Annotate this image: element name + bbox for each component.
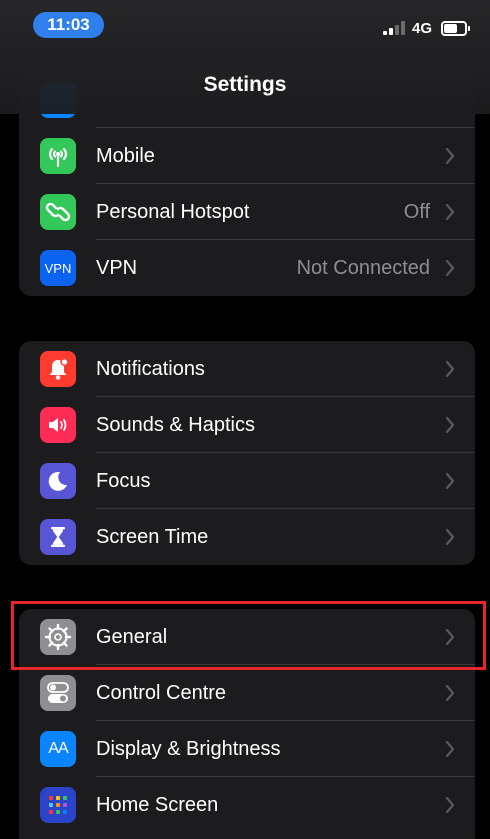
hourglass-icon xyxy=(40,519,76,555)
app-grid-icon xyxy=(40,787,76,823)
settings-row-label: Screen Time xyxy=(96,525,209,548)
chevron-right-icon xyxy=(445,741,455,757)
settings-row-label: Personal Hotspot xyxy=(96,200,250,223)
settings-row-vpn[interactable]: VPN VPN Not Connected xyxy=(19,240,475,296)
bell-icon xyxy=(40,351,76,387)
moon-icon xyxy=(40,463,76,499)
antenna-icon xyxy=(40,138,76,174)
settings-group-notifications: Notifications Sounds & Haptics Focus Scr… xyxy=(19,341,475,565)
page-title: Settings xyxy=(203,73,287,96)
settings-row-label: Notifications xyxy=(96,357,205,380)
gear-icon xyxy=(40,619,76,655)
chevron-right-icon xyxy=(445,417,455,433)
chevron-right-icon xyxy=(445,260,455,276)
settings-row-label: Mobile xyxy=(96,144,155,167)
settings-row-personal-hotspot[interactable]: Personal Hotspot Off xyxy=(19,184,475,240)
network-type: 4G xyxy=(412,20,433,37)
cellular-signal-icon xyxy=(383,21,405,35)
settings-row-label: Display & Brightness xyxy=(96,737,281,760)
chevron-right-icon xyxy=(445,629,455,645)
settings-row-value: Off xyxy=(403,200,430,223)
settings-group-general: General Control Centre AA Display & Brig… xyxy=(19,609,475,839)
toggles-icon xyxy=(40,675,76,711)
settings-row-focus[interactable]: Focus xyxy=(19,453,475,509)
chevron-right-icon xyxy=(445,685,455,701)
settings-row-sounds-haptics[interactable]: Sounds & Haptics xyxy=(19,397,475,453)
settings-row-display-brightness[interactable]: AA Display & Brightness xyxy=(19,721,475,777)
settings-row-general[interactable]: General xyxy=(19,609,475,665)
settings-row-label: Home Screen xyxy=(96,793,219,816)
speaker-icon xyxy=(40,407,76,443)
settings-row-value: Not Connected xyxy=(296,256,430,279)
status-bar: 11:03 4G xyxy=(0,0,490,60)
settings-row-label: Focus xyxy=(96,469,151,492)
hotspot-link-icon xyxy=(40,194,76,230)
battery-icon xyxy=(441,21,470,36)
chevron-right-icon xyxy=(445,529,455,545)
settings-row-label: Control Centre xyxy=(96,681,227,704)
settings-row-label: Sounds & Haptics xyxy=(96,413,255,436)
settings-row-mobile[interactable]: Mobile xyxy=(19,128,475,184)
chevron-right-icon xyxy=(445,148,455,164)
settings-row-control-centre[interactable]: Control Centre xyxy=(19,665,475,721)
text-size-icon: AA xyxy=(40,731,76,767)
chevron-right-icon xyxy=(445,361,455,377)
settings-row-home-screen[interactable]: Home Screen xyxy=(19,777,475,833)
vpn-icon: VPN xyxy=(40,250,76,286)
settings-row-label: General xyxy=(96,625,168,648)
chevron-right-icon xyxy=(445,473,455,489)
status-time[interactable]: 11:03 xyxy=(33,12,104,38)
settings-row-screen-time[interactable]: Screen Time xyxy=(19,509,475,565)
chevron-right-icon xyxy=(445,204,455,220)
settings-row-notifications[interactable]: Notifications xyxy=(19,341,475,397)
settings-row-label: VPN xyxy=(96,256,138,279)
chevron-right-icon xyxy=(445,797,455,813)
